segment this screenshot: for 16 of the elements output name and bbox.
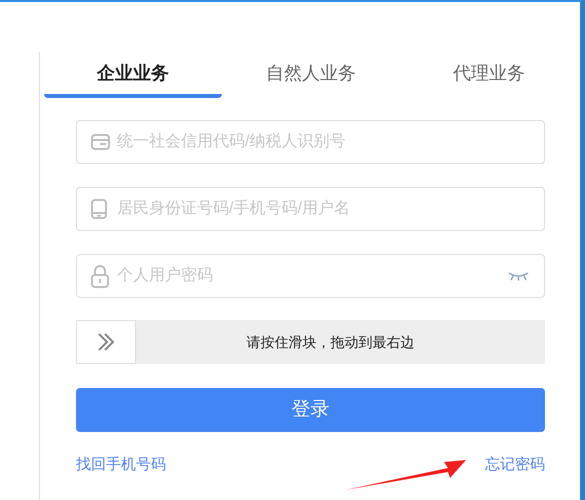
link[interactable]: 忘记密码 [485,454,545,476]
tab[interactable]: 企业业务 [44,52,222,98]
slider-handle[interactable] [76,320,136,364]
closed-eye-icon[interactable] [508,272,529,281]
tab[interactable]: 自然人业务 [222,52,400,98]
tab[interactable]: 代理业务 [400,52,578,98]
card-icon [91,134,110,150]
double-chevron-icon [96,332,116,352]
input-field[interactable]: 居民身份证号码/手机号码/用户名 [76,187,545,231]
login-button[interactable]: 登录 [76,388,545,432]
link[interactable]: 找回手机号码 [76,454,166,476]
input-field[interactable]: 统一社会信用代码/纳税人识别号 [76,120,545,164]
phone-icon [91,199,107,219]
slider-hint: 请按住滑块，拖动到最右边 [246,332,414,352]
input-field[interactable]: 个人用户密码 [76,254,545,298]
lock-icon [91,264,109,288]
